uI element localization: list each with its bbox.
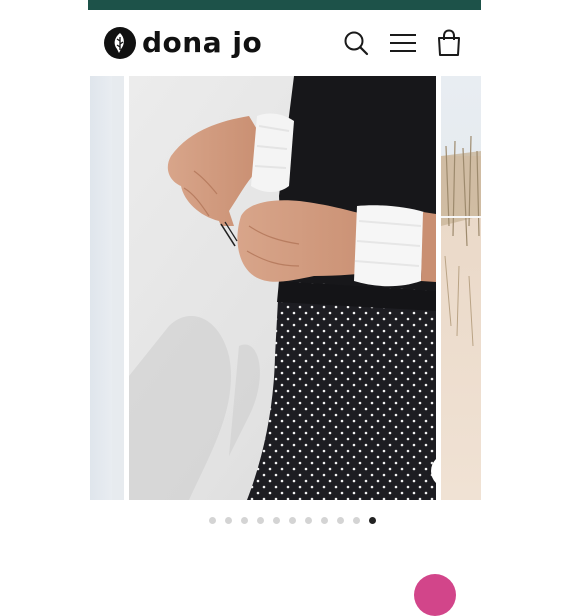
brand-logo[interactable]: dona jo	[104, 26, 262, 60]
carousel-dot-active[interactable]	[368, 517, 376, 524]
leaf-icon	[104, 27, 136, 59]
previous-slide-image[interactable]	[90, 76, 124, 500]
carousel-dot[interactable]	[224, 517, 232, 524]
cart-button[interactable]	[432, 26, 466, 60]
carousel-dot[interactable]	[320, 517, 328, 524]
next-slide-image[interactable]	[441, 76, 481, 500]
carousel-dot[interactable]	[352, 517, 360, 524]
search-icon	[344, 31, 369, 56]
search-button[interactable]	[339, 26, 373, 60]
product-image-carousel[interactable]	[88, 76, 481, 500]
announcement-bar	[88, 0, 481, 10]
carousel-dot[interactable]	[208, 517, 216, 524]
product-image-main[interactable]	[129, 76, 436, 500]
menu-button[interactable]	[386, 26, 420, 60]
carousel-dot[interactable]	[272, 517, 280, 524]
shopping-bag-icon	[438, 29, 460, 56]
carousel-pagination	[0, 515, 580, 527]
carousel-dot[interactable]	[336, 517, 344, 524]
carousel-dot[interactable]	[256, 517, 264, 524]
carousel-dot[interactable]	[240, 517, 248, 524]
brand-name: dona jo	[142, 26, 263, 59]
carousel-dot[interactable]	[288, 517, 296, 524]
site-header: dona jo	[88, 10, 481, 74]
hamburger-menu-icon	[390, 34, 416, 52]
chat-bubble-button[interactable]	[414, 574, 456, 616]
carousel-dot[interactable]	[304, 517, 312, 524]
